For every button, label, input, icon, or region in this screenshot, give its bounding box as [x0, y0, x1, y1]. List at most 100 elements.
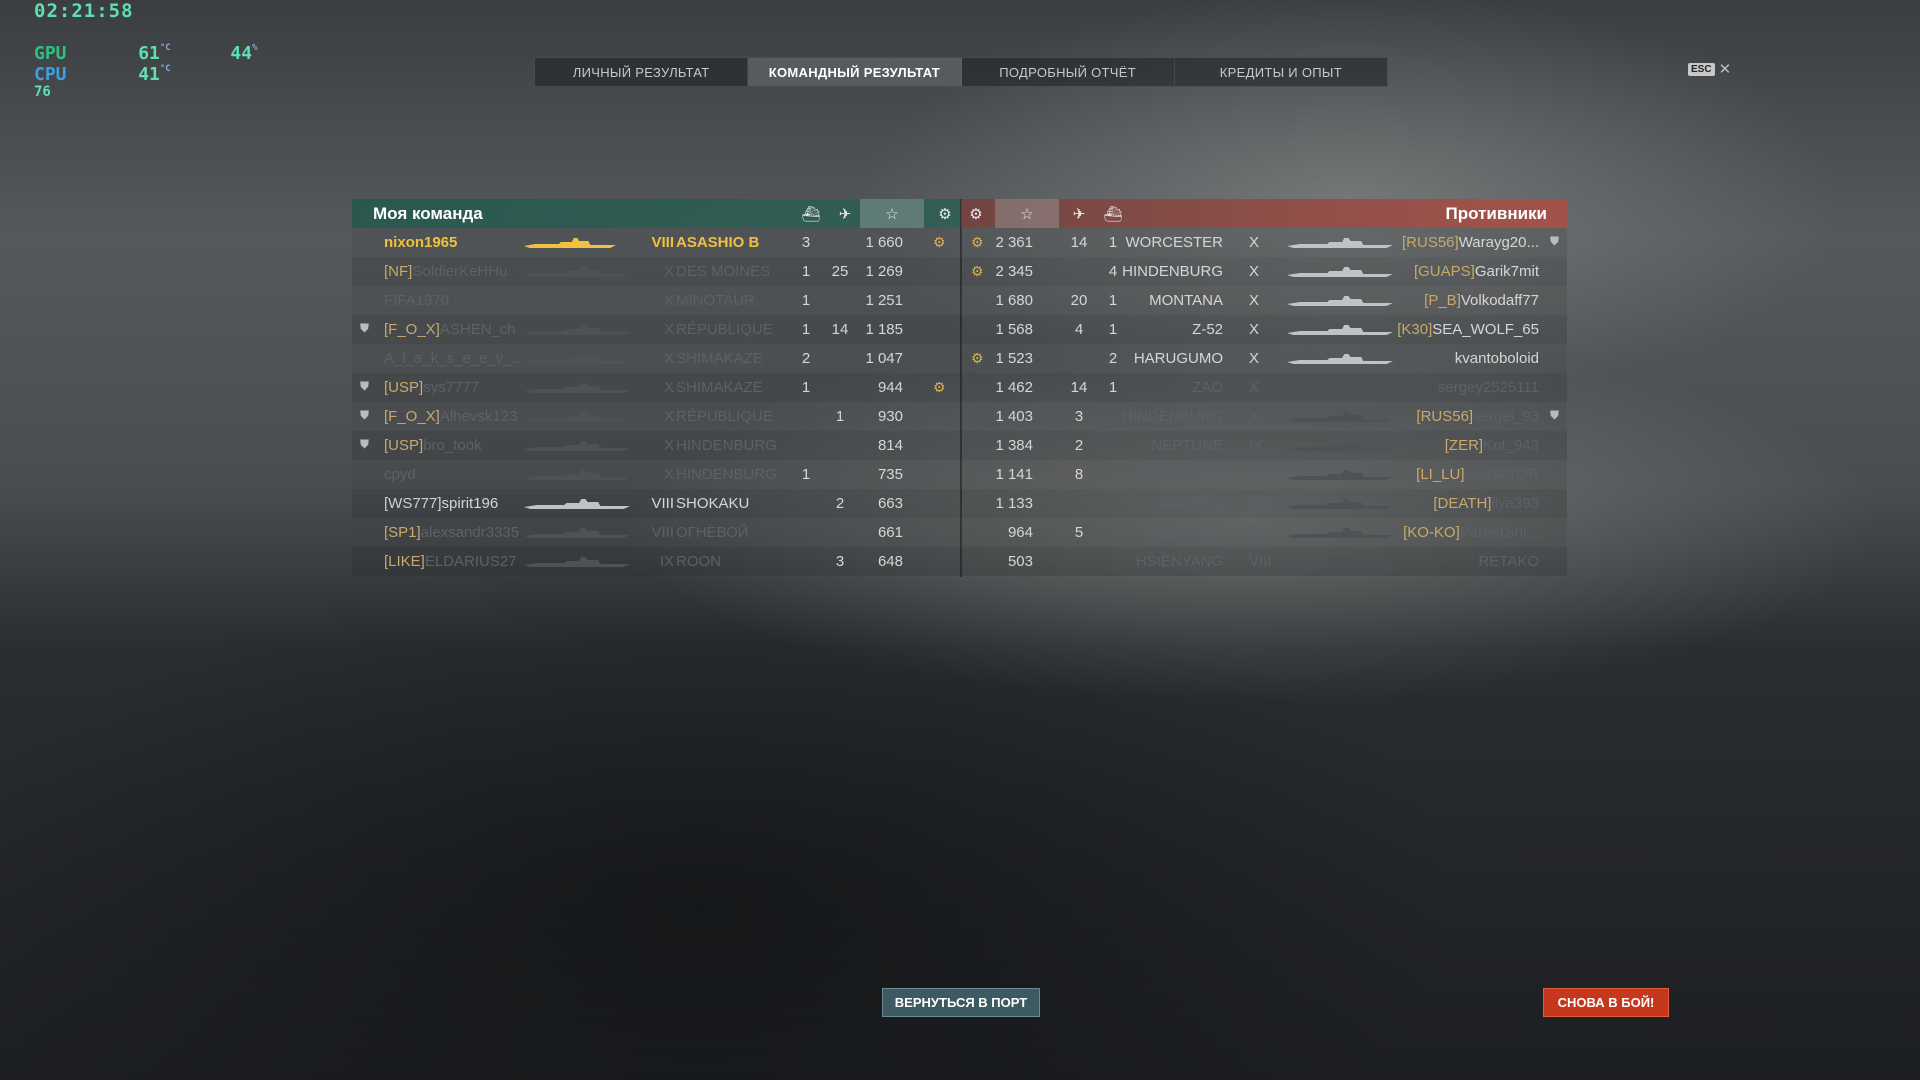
- player-name-cell[interactable]: [LIKE]ELDARIUS27: [384, 553, 517, 570]
- hud-fps: 76: [34, 84, 51, 100]
- table-row[interactable]: [SP1]alexsandr3335 VIII ОГНЕВОЙ 661: [352, 518, 960, 547]
- ships-destroyed: 3: [801, 234, 811, 251]
- close-button[interactable]: ESC ✕: [1688, 60, 1731, 78]
- ship-tier: X: [663, 350, 674, 367]
- table-row[interactable]: 1 462 14 1 ZAO Xsergey2525111: [961, 373, 1567, 402]
- ship-tier: X: [1249, 350, 1260, 367]
- player-name-cell[interactable]: [WS777]spirit196: [384, 495, 498, 512]
- base-xp: 1 047: [865, 350, 903, 367]
- ship-name: MONTANA: [1149, 292, 1223, 309]
- table-row[interactable]: 1 568 4 1 Z-52 X [K30]SEA_WOLF_65: [961, 315, 1567, 344]
- player-name-cell[interactable]: [DEATH]ilya393: [1433, 495, 1539, 512]
- table-row[interactable]: cpyd X HINDENBURG 1 735: [352, 460, 960, 489]
- player-clan: [KO-KO]: [1403, 524, 1460, 541]
- table-row[interactable]: 1 133 KAGERO VIII [DEATH]ilya393: [961, 489, 1567, 518]
- table-row[interactable]: ⛊ [USP]sys7777 X SHIMAKAZE 1 944 ⚙: [352, 373, 960, 402]
- planes-destroyed: 2: [1074, 437, 1084, 454]
- player-name-cell[interactable]: cpyd: [384, 466, 416, 483]
- ship-silhouette-icon: [524, 296, 630, 306]
- table-row[interactable]: [NF]SoldierKeHHu X DES MOINES 1 25 1 269: [352, 257, 960, 286]
- table-row[interactable]: ⛊ [F_O_X]Alhevsk123 X RÉPUBLIQUE 1 930: [352, 402, 960, 431]
- player-name-cell[interactable]: [USP]sys7777: [384, 379, 479, 396]
- ships-destroyed: 1: [801, 292, 811, 309]
- tab-personal-result[interactable]: ЛИЧНЫЙ РЕЗУЛЬТАТ: [535, 58, 749, 86]
- ship-silhouette-icon: [1287, 354, 1393, 364]
- player-name: sergey2525111: [1437, 379, 1539, 396]
- ship-silhouette-icon: [524, 383, 630, 393]
- ship-silhouette-icon: [1287, 238, 1393, 248]
- table-row[interactable]: 964 5 MONTANA X [KO-KO]ParnerShi...: [961, 518, 1567, 547]
- ship-silhouette: [1287, 295, 1393, 307]
- table-row[interactable]: 503 HSIENYANG VIII RETAKO: [961, 547, 1567, 576]
- player-name-cell[interactable]: [K30]SEA_WOLF_65: [1397, 321, 1539, 338]
- base-xp: 2 345: [995, 263, 1033, 280]
- table-row[interactable]: FIFA1970 X MINOTAUR 1 1 251: [352, 286, 960, 315]
- ship-silhouette: [1287, 527, 1393, 539]
- table-row[interactable]: 1 141 8 LEXINGTON VIII [LI_LU]ALIGATOR: [961, 460, 1567, 489]
- player-clan: [GUAPS]: [1413, 263, 1475, 280]
- ships-destroyed: 1: [801, 379, 811, 396]
- planes-destroyed-icon: ✈: [1072, 205, 1086, 223]
- base-xp: 648: [877, 553, 903, 570]
- player-name-cell[interactable]: [NF]SoldierKeHHu: [384, 263, 507, 280]
- ship-silhouette-icon: [1287, 470, 1393, 480]
- ship-silhouette: [1287, 498, 1393, 510]
- player-name-cell[interactable]: nixon1965: [384, 234, 457, 251]
- base-xp: 1 384: [995, 437, 1033, 454]
- player-name-cell[interactable]: [P_B]Volkodaff77: [1424, 292, 1539, 309]
- my-team-title: Моя команда: [373, 204, 483, 223]
- player-name-cell[interactable]: [F_O_X]ASHEN_ch: [384, 321, 516, 338]
- rank-badge-icon: ⛊: [1549, 408, 1559, 422]
- player-name: bro_took: [423, 437, 482, 454]
- tab-team-result[interactable]: КОМАНДНЫЙ РЕЗУЛЬТАТ: [748, 58, 962, 86]
- tab-credits-xp[interactable]: КРЕДИТЫ И ОПЫТ: [1175, 58, 1387, 86]
- player-name-cell[interactable]: kvantoboloid: [1455, 350, 1539, 367]
- star-icon[interactable]: ☆: [995, 199, 1059, 228]
- player-name-cell[interactable]: [F_O_X]Alhevsk123: [384, 408, 517, 425]
- table-row[interactable]: nixon1965 VIII ASASHIO B 3 1 660 ⚙: [352, 228, 960, 257]
- star-icon[interactable]: ☆: [860, 199, 924, 228]
- ship-name: HSIENYANG: [1135, 553, 1223, 570]
- table-row[interactable]: ⚙ 2 345 4 HINDENBURG X [GUAPS]Garik7mit: [961, 257, 1567, 286]
- player-name-cell[interactable]: A_l_a_k_s_e_e_v_...: [384, 350, 524, 367]
- player-clan: [ZER]: [1444, 437, 1484, 454]
- table-row[interactable]: [LIKE]ELDARIUS27 IX ROON 3 648: [352, 547, 960, 576]
- table-row[interactable]: 1 403 3 HINDENBURG X [RUS56]sergei_93 ⛊: [961, 402, 1567, 431]
- table-row[interactable]: A_l_a_k_s_e_e_v_... X SHIMAKAZE 2 1 047: [352, 344, 960, 373]
- player-name-cell[interactable]: [RUS56]sergei_93: [1416, 408, 1539, 425]
- player-name-cell[interactable]: [GUAPS]Garik7mit: [1414, 263, 1539, 280]
- ship-silhouette: [524, 295, 630, 307]
- player-name-cell[interactable]: FIFA1970: [384, 292, 449, 309]
- ship-silhouette: [1287, 469, 1393, 481]
- table-row[interactable]: ⛊ [F_O_X]ASHEN_ch X RÉPUBLIQUE 1 14 1 185: [352, 315, 960, 344]
- hud-clock: 02:21:58: [34, 0, 134, 22]
- base-xp: 1 523: [995, 350, 1033, 367]
- player-name-cell[interactable]: [RUS56]Warayg20...: [1402, 234, 1539, 251]
- player-name: cpyd: [384, 466, 416, 483]
- tab-detailed-report[interactable]: ПОДРОБНЫЙ ОТЧЁТ: [962, 58, 1175, 86]
- player-clan: [F_O_X]: [384, 321, 440, 338]
- ship-silhouette-icon: [524, 354, 630, 364]
- player-name-cell[interactable]: [USP]bro_took: [384, 437, 482, 454]
- ship-name: SHOKAKU: [676, 495, 750, 512]
- ship-name: DES MOINES: [676, 263, 771, 280]
- player-name-cell[interactable]: sergey2525111: [1438, 379, 1539, 396]
- battle-again-button[interactable]: СНОВА В БОЙ!: [1543, 988, 1669, 1017]
- player-name-cell[interactable]: [LI_LU]ALIGATOR: [1416, 466, 1539, 483]
- table-row[interactable]: ⚙ 2 361 14 1 WORCESTER X [RUS56]Warayg20... ⛊: [961, 228, 1567, 257]
- player-name: ASHEN_ch: [439, 321, 516, 338]
- player-name-cell[interactable]: [KO-KO]ParnerShi...: [1403, 524, 1539, 541]
- rank-badge-icon: ⛊: [360, 321, 370, 335]
- table-row[interactable]: [WS777]spirit196 VIII SHOKAKU 2 663: [352, 489, 960, 518]
- ship-silhouette-icon: [1287, 383, 1393, 393]
- player-name-cell[interactable]: [SP1]alexsandr3335: [384, 524, 519, 541]
- table-row[interactable]: ⚙ 1 523 2 HARUGUMO Xkvantoboloid: [961, 344, 1567, 373]
- return-to-port-button[interactable]: ВЕРНУТЬСЯ В ПОРТ: [882, 988, 1040, 1017]
- table-row[interactable]: 1 384 2 NEPTUNE IX [ZER]Kot_943: [961, 431, 1567, 460]
- table-row[interactable]: ⛊ [USP]bro_took X HINDENBURG 814: [352, 431, 960, 460]
- table-row[interactable]: 1 680 20 1 MONTANA X [P_B]Volkodaff77: [961, 286, 1567, 315]
- ship-silhouette: [524, 324, 630, 336]
- player-name-cell[interactable]: RETAKO: [1478, 553, 1539, 570]
- ship-name: WORCESTER: [1125, 234, 1224, 251]
- player-name-cell[interactable]: [ZER]Kot_943: [1445, 437, 1539, 454]
